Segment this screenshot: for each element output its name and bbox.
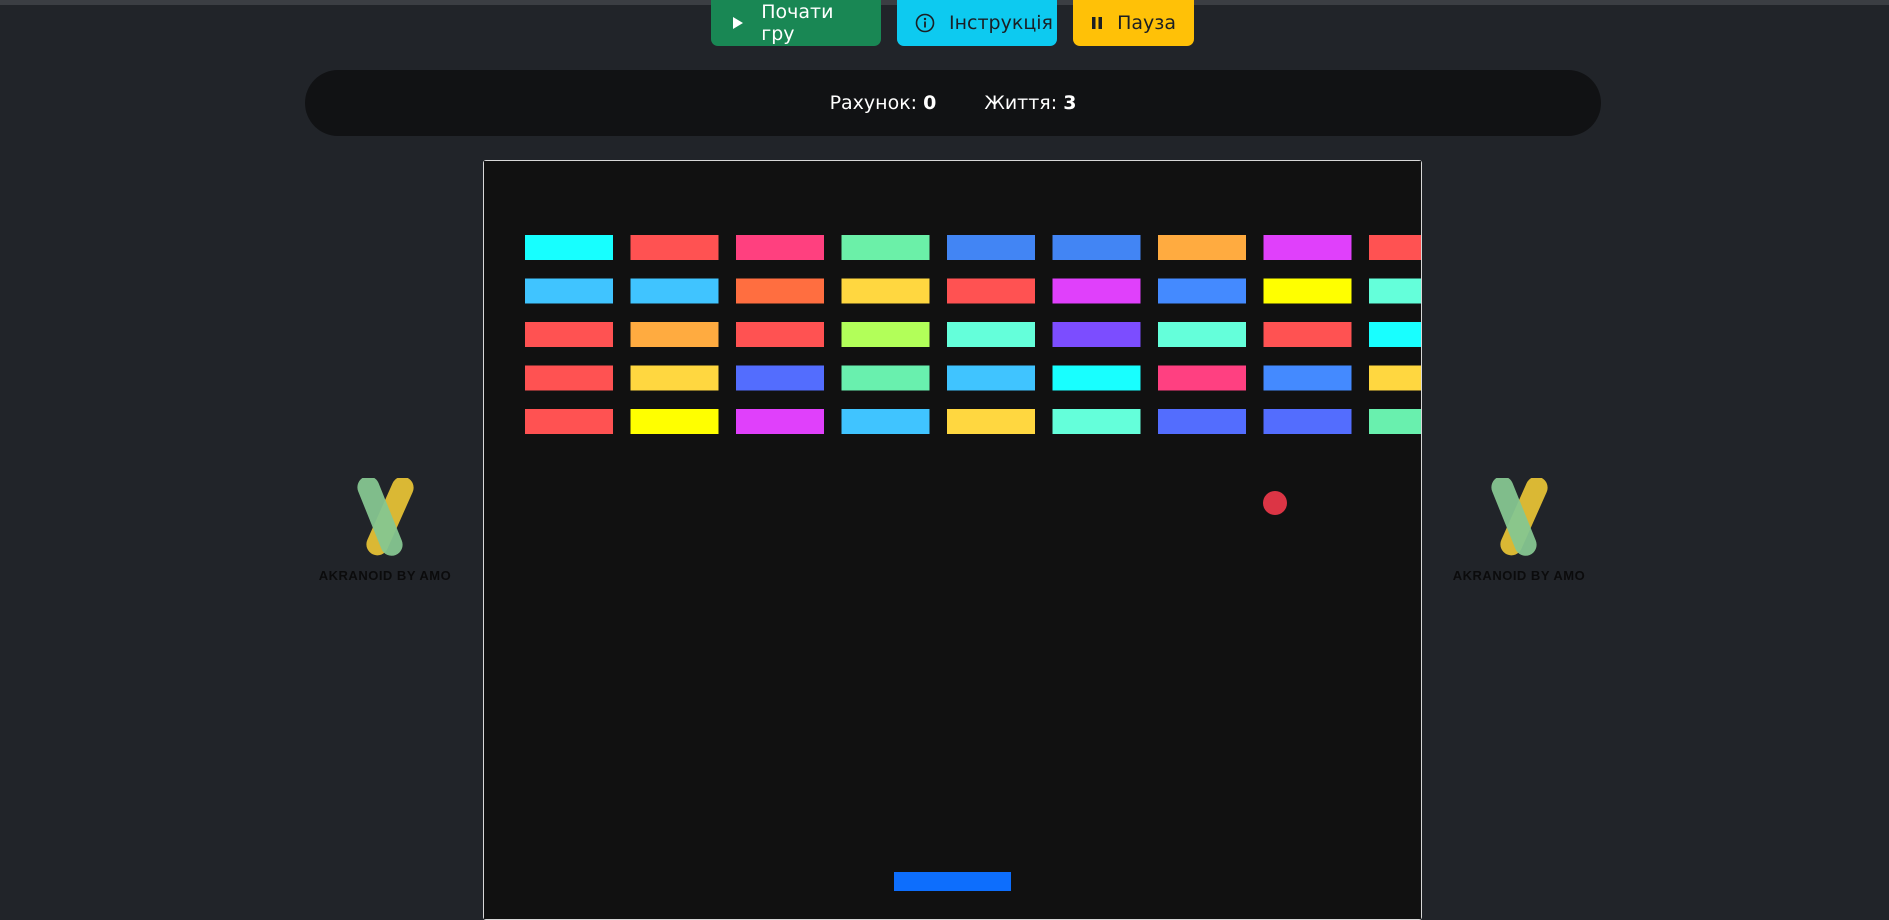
game-board[interactable] [483, 160, 1422, 920]
stats-bar: Рахунок: 0 Життя: 3 [305, 70, 1601, 136]
brick [1158, 365, 1246, 391]
brick [1052, 409, 1141, 434]
brick [841, 365, 930, 391]
brick [525, 322, 613, 347]
board-background [484, 161, 1421, 919]
brick [630, 278, 719, 304]
brick [841, 278, 930, 304]
lives-label: Життя: [984, 92, 1058, 114]
brick [947, 409, 1035, 434]
brick [1369, 322, 1421, 347]
brick [1158, 235, 1246, 260]
pause-button[interactable]: Пауза [1073, 0, 1194, 46]
instructions-label: Інструкція [949, 12, 1053, 34]
start-game-label: Почати гру [761, 1, 834, 45]
brick [736, 278, 824, 304]
logo-mark-icon [1491, 478, 1548, 556]
brick [1052, 322, 1141, 347]
brick [947, 322, 1035, 347]
brick [1052, 365, 1141, 391]
brick [1263, 235, 1352, 260]
lives-display: Життя: 3 [984, 92, 1076, 114]
ball [1263, 491, 1287, 515]
brick [736, 365, 824, 391]
lives-value: 3 [1063, 92, 1077, 114]
info-icon [915, 13, 935, 33]
pause-label: Пауза [1117, 12, 1176, 34]
brick [947, 278, 1035, 304]
brick [1263, 409, 1352, 434]
brick [630, 322, 719, 347]
instructions-button[interactable]: Інструкція [897, 0, 1057, 46]
start-game-button[interactable]: Почати гру [711, 0, 881, 46]
score-label: Рахунок: [829, 92, 918, 114]
brick [1369, 278, 1421, 304]
logo-left: AKRANOID BY AMO [300, 478, 470, 583]
brick [1263, 278, 1352, 304]
brick [630, 409, 719, 434]
brick [525, 278, 613, 304]
brick [1052, 278, 1141, 304]
logo-caption: AKRANOID BY AMO [1452, 568, 1586, 583]
brick [947, 365, 1035, 391]
brick [1369, 365, 1421, 391]
logo-right: AKRANOID BY AMO [1434, 478, 1604, 583]
brick [1158, 278, 1246, 304]
brick [841, 409, 930, 434]
brick [1158, 409, 1246, 434]
brick [1263, 365, 1352, 391]
game-canvas[interactable] [484, 161, 1421, 919]
brick [525, 409, 613, 434]
logo-mark-icon [357, 478, 414, 556]
brick [525, 235, 613, 260]
pause-icon [1091, 16, 1103, 30]
brick [1052, 235, 1141, 260]
brick [1369, 235, 1421, 260]
brick [841, 322, 930, 347]
play-icon [729, 16, 747, 30]
score-display: Рахунок: 0 [830, 92, 937, 114]
brick [1158, 322, 1246, 347]
brick [630, 235, 719, 260]
brick [736, 322, 824, 347]
brick [841, 235, 930, 260]
brick [736, 409, 824, 434]
logo-caption: AKRANOID BY AMO [318, 568, 452, 583]
brick [630, 365, 719, 391]
brick [525, 365, 613, 391]
brick [947, 235, 1035, 260]
paddle[interactable] [894, 872, 1011, 891]
score-value: 0 [923, 92, 937, 114]
brick [1369, 409, 1421, 434]
brick [1263, 322, 1352, 347]
brick [736, 235, 824, 260]
